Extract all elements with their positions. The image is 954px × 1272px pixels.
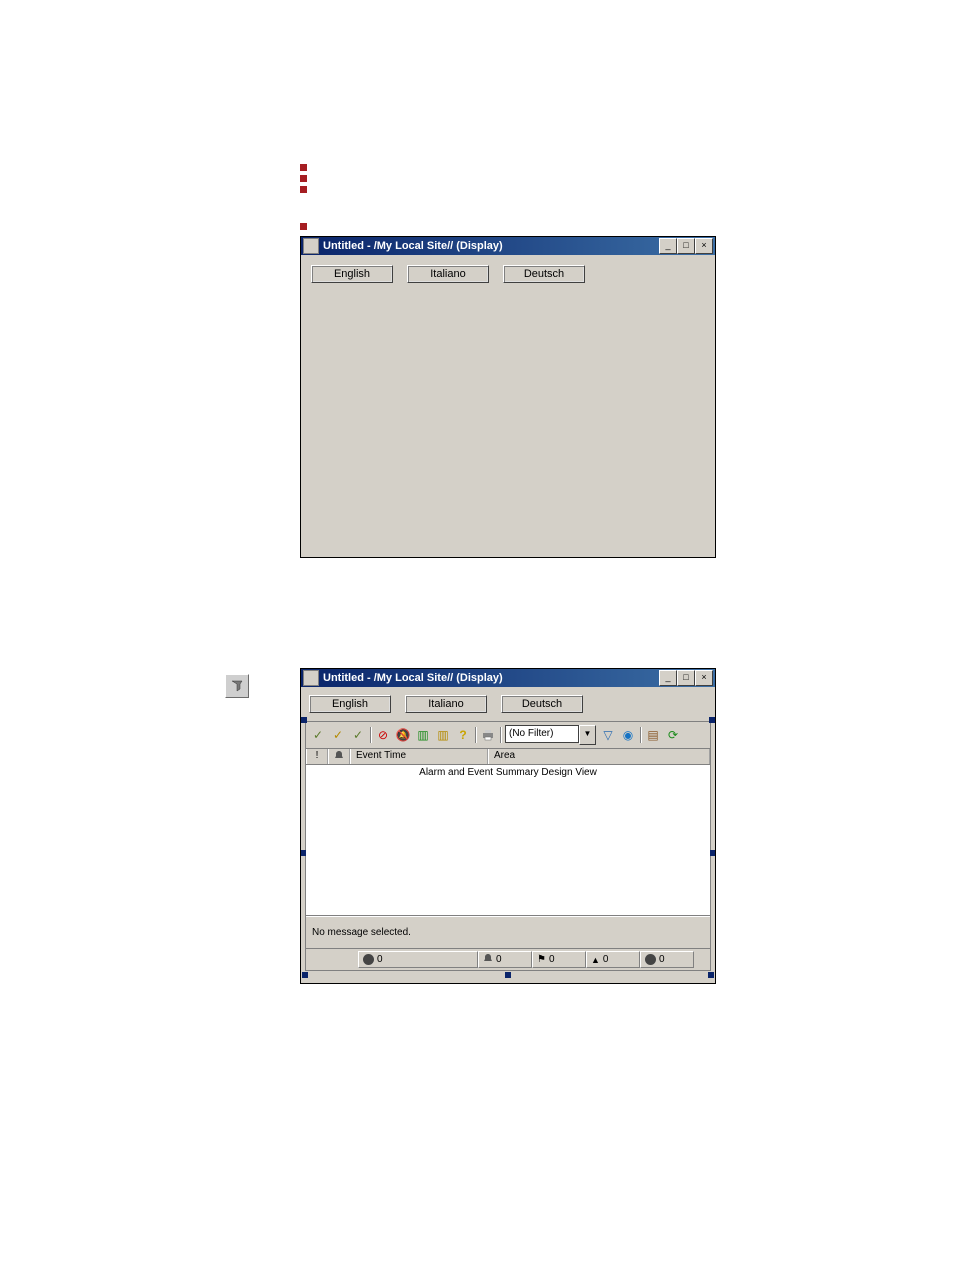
message-detail-bar: No message selected. (306, 916, 710, 949)
titlebar[interactable]: Untitled - /My Local Site// (Display) _ … (301, 237, 715, 255)
window-title: Untitled - /My Local Site// (Display) (323, 240, 655, 252)
minimize-button[interactable]: _ (659, 238, 677, 254)
status-total: 0 (358, 951, 478, 968)
hash-icon (363, 954, 374, 965)
bullet-square-icon (300, 164, 307, 171)
cycle-refresh-icon[interactable]: ⟳ (665, 727, 681, 743)
chevron-down-icon[interactable]: ▼ (579, 725, 596, 745)
alarm-grid-body[interactable]: Alarm and Event Summary Design View (306, 765, 710, 916)
app-icon (303, 238, 319, 254)
display-canvas[interactable] (307, 289, 709, 551)
event-time-column-header[interactable]: Event Time (350, 749, 488, 764)
resize-handle-icon[interactable] (709, 717, 715, 723)
minimize-button[interactable]: _ (659, 670, 677, 686)
circle-icon (645, 954, 656, 965)
status-shelved: ▲ 0 (586, 951, 640, 968)
titlebar[interactable]: Untitled - /My Local Site// (Display) _ … (301, 669, 715, 687)
shelf-dot-icon: ▲ (591, 955, 600, 965)
italiano-button[interactable]: Italiano (405, 695, 487, 713)
filter-funnel-icon[interactable]: ▽ (600, 727, 616, 743)
display-window-1: Untitled - /My Local Site// (Display) _ … (300, 236, 716, 558)
italiano-button[interactable]: Italiano (407, 265, 489, 283)
design-view-label: Alarm and Event Summary Design View (306, 767, 710, 778)
alarm-status-bar: 0 0 ⚑ 0 ▲ (306, 949, 710, 970)
filter-combo[interactable]: (No Filter) (505, 725, 579, 743)
bullet-list (300, 164, 914, 193)
shelve-icon[interactable]: ▥ (415, 727, 431, 743)
ack-all-icon[interactable]: ✓ (350, 727, 366, 743)
area-column-header[interactable]: Area (488, 749, 710, 764)
unshelve-icon[interactable]: ▥ (435, 727, 451, 743)
resize-handle-icon[interactable] (302, 972, 308, 978)
status-suppressed-value: 0 (659, 954, 665, 965)
priority-column-header[interactable]: ! (306, 749, 328, 764)
status-suppressed: 0 (640, 951, 694, 968)
alarm-summary-panel[interactable]: ✓ ✓ ✓ ⊘ 🔕 ▥ ▥ ? (305, 721, 711, 971)
display-window-2: Untitled - /My Local Site// (Display) _ … (300, 668, 716, 984)
english-button[interactable]: English (309, 695, 391, 713)
bullet-square-icon (300, 223, 307, 230)
details-pane-icon[interactable]: ▤ (645, 727, 661, 743)
help-icon[interactable]: ? (455, 727, 471, 743)
alarm-toolbar: ✓ ✓ ✓ ⊘ 🔕 ▥ ▥ ? (306, 722, 710, 749)
print-icon[interactable] (480, 727, 496, 743)
status-active-value: 0 (496, 954, 502, 965)
ack-page-icon[interactable]: ✓ (330, 727, 346, 743)
disable-icon[interactable]: ⊘ (375, 727, 391, 743)
bullet-square-icon (300, 175, 307, 182)
resize-handle-icon[interactable] (505, 972, 511, 978)
maximize-button[interactable]: □ (677, 238, 695, 254)
alarm-summary-tool-icon[interactable] (225, 674, 249, 698)
maximize-button[interactable]: □ (677, 670, 695, 686)
status-unacked: ⚑ 0 (532, 951, 586, 968)
deutsch-button[interactable]: Deutsch (503, 265, 585, 283)
status-active: 0 (478, 951, 532, 968)
resize-handle-icon[interactable] (708, 972, 714, 978)
app-icon (303, 670, 319, 686)
silence-icon[interactable]: 🔕 (395, 727, 411, 743)
bullet-single (300, 223, 914, 230)
window-title: Untitled - /My Local Site// (Display) (323, 672, 655, 684)
bell-icon (483, 953, 493, 966)
status-shelved-value: 0 (603, 954, 609, 965)
status-total-value: 0 (377, 954, 383, 965)
column-header-row: ! Event Time Area (306, 749, 710, 765)
flag-icon: ⚑ (537, 954, 546, 965)
status-unacked-value: 0 (549, 954, 555, 965)
bullet-square-icon (300, 186, 307, 193)
english-button[interactable]: English (311, 265, 393, 283)
close-button[interactable]: × (695, 670, 713, 686)
ack-check-icon[interactable]: ✓ (310, 727, 326, 743)
alarm-column-header[interactable] (328, 749, 350, 764)
resize-handle-icon[interactable] (301, 717, 307, 723)
deutsch-button[interactable]: Deutsch (501, 695, 583, 713)
close-button[interactable]: × (695, 238, 713, 254)
refresh-view-icon[interactable]: ◉ (620, 727, 636, 743)
